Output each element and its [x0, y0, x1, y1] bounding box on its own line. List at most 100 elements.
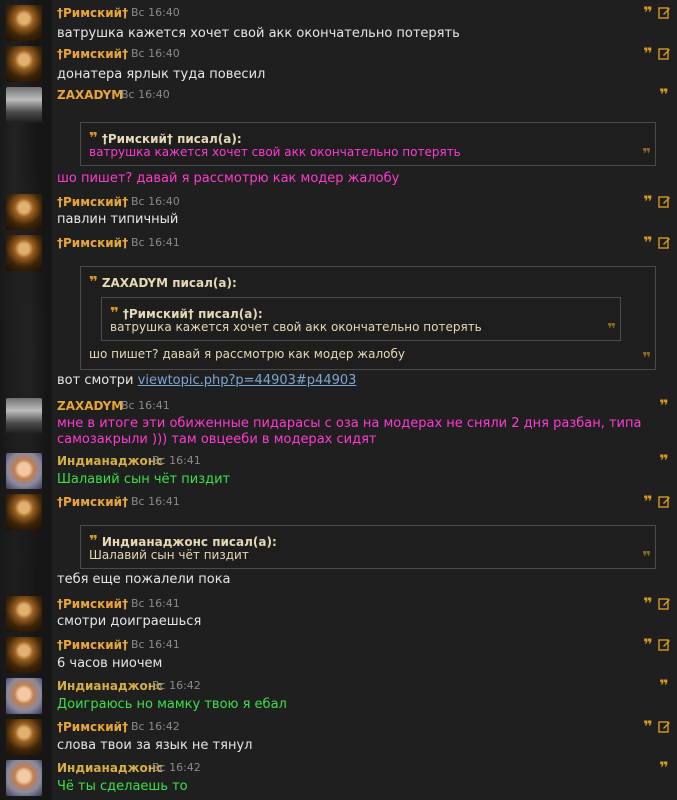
chat-message: †Римский† Вс 16:42 ❞ слова твои за язык … [0, 719, 677, 757]
chat-log: †Римский† Вс 16:40 ❞ ватрушка кажется хо… [0, 0, 677, 800]
message-text: донатера ярлык туда повесил [57, 67, 266, 82]
author-name[interactable]: †Римский† [57, 494, 128, 510]
topic-link[interactable]: viewtopic.php?p=44903#p44903 [138, 373, 357, 388]
quote-icon[interactable]: ❞ [658, 398, 670, 414]
quote-icon[interactable]: ❞ [642, 235, 654, 251]
nested-quote-block: ❞ †Римский† писал(а): ватрушка кажется хо… [101, 297, 621, 341]
quote-end-icon: ❞ [642, 349, 651, 367]
quote-block: ❞ Индианаджонс писал(а): Шалавий сын чёт … [80, 525, 656, 569]
author-name[interactable]: Индианаджонс [57, 453, 163, 469]
quote-icon[interactable]: ❞ [642, 194, 654, 210]
avatar[interactable] [6, 398, 42, 434]
author-name[interactable]: Индианаджонс [57, 678, 163, 694]
avatar[interactable] [6, 46, 42, 82]
message-time: Вс 16:40 [121, 88, 170, 101]
avatar[interactable] [6, 719, 42, 755]
edit-icon[interactable] [658, 195, 671, 208]
chat-message: †Римский† Вс 16:41 ❞ 6 часов ниочем [0, 637, 677, 675]
message-time: Вс 16:40 [131, 47, 180, 60]
quote-end-icon: ❞ [642, 548, 651, 566]
chat-message: †Римский† Вс 16:40 ❞ павлин типичный [0, 194, 677, 232]
chat-message: Индианаджонс Вс 16:42 ❞ Чё ты сделаешь т… [0, 760, 677, 798]
message-text: павлин типичный [57, 212, 179, 227]
quote-icon[interactable]: ❞ [642, 494, 654, 510]
quote-icon[interactable]: ❞ [642, 5, 654, 21]
message-text: слова твои за язык не тянул [57, 738, 253, 753]
avatar[interactable] [6, 194, 42, 230]
quote-text: ватрушка кажется хочет свой акк окончате… [89, 145, 461, 159]
quote-text: Шалавий сын чёт пиздит [89, 548, 249, 562]
message-text: 6 часов ниочем [57, 656, 163, 671]
message-time: Вс 16:41 [121, 399, 170, 412]
author-name[interactable]: †Римский† [57, 719, 128, 735]
edit-icon[interactable] [658, 47, 671, 60]
author-name[interactable]: Индианаджонс [57, 760, 163, 776]
avatar[interactable] [6, 87, 42, 123]
quote-block: ❞ ZAXADYM писал(а): ❞ †Римский† писал(а): … [80, 266, 656, 370]
avatar[interactable] [6, 453, 42, 489]
quote-block: ❞ †Римский† писал(а): ватрушка кажется хо… [80, 122, 656, 166]
message-text: вот смотри viewtopic.php?p=44903#p44903 [57, 373, 357, 388]
author-name[interactable]: ZAXADYM [57, 87, 123, 103]
message-time: Вс 16:41 [131, 236, 180, 249]
chat-message: †Римский† Вс 16:40 ❞ донатера ярлык туда… [0, 46, 677, 84]
message-time: Вс 16:42 [131, 720, 180, 733]
message-text-line: самозакрыли ))) там овцееби в модерах си… [57, 432, 377, 447]
author-name[interactable]: †Римский† [57, 46, 128, 62]
message-text: ватрушка кажется хочет свой акк окончате… [57, 26, 460, 41]
avatar[interactable] [6, 678, 42, 714]
quote-mark-icon: ❞ [89, 273, 98, 291]
chat-message: †Римский† Вс 16:41 ❞ смотри доиграешься [0, 596, 677, 634]
chat-message: †Римский† Вс 16:41 ❞ ❞ ZAXADYM писал(а): … [0, 235, 677, 391]
message-time: Вс 16:41 [131, 495, 180, 508]
edit-icon[interactable] [658, 236, 671, 249]
message-time: Вс 16:40 [131, 6, 180, 19]
author-name[interactable]: †Римский† [57, 596, 128, 612]
avatar[interactable] [6, 5, 42, 41]
author-name[interactable]: ZAXADYM [57, 398, 123, 414]
message-time: Вс 16:41 [131, 638, 180, 651]
author-name[interactable]: †Римский† [57, 194, 128, 210]
message-text-line: мне в итоге эти обиженные пидарасы с оза… [57, 416, 642, 431]
message-text: шо пишет? давай я рассмотрю как модер жа… [57, 171, 400, 186]
chat-message: Индианаджонс Вс 16:42 ❞ Доиграюсь но мам… [0, 678, 677, 716]
message-time: Вс 16:41 [152, 454, 201, 467]
edit-icon[interactable] [658, 495, 671, 508]
author-name[interactable]: †Римский† [57, 5, 128, 21]
message-text: тебя еще пожалели пока [57, 572, 231, 587]
message-time: Вс 16:42 [152, 679, 201, 692]
quote-icon[interactable]: ❞ [642, 719, 654, 735]
edit-icon[interactable] [658, 720, 671, 733]
quote-icon[interactable]: ❞ [642, 637, 654, 653]
chat-message: Индианаджонс Вс 16:41 ❞ Шалавий сын чёт … [0, 453, 677, 491]
avatar[interactable] [6, 637, 42, 673]
edit-icon[interactable] [658, 597, 671, 610]
avatar[interactable] [6, 596, 42, 632]
quote-icon[interactable]: ❞ [642, 596, 654, 612]
quote-end-icon: ❞ [642, 145, 651, 163]
quote-icon[interactable]: ❞ [658, 453, 670, 469]
quote-icon[interactable]: ❞ [658, 87, 670, 103]
message-time: Вс 16:42 [152, 761, 201, 774]
message-text: Шалавий сын чёт пиздит [57, 472, 231, 487]
quote-header: ❞ ZAXADYM писал(а): [89, 273, 237, 291]
chat-message: ZAXADYM Вс 16:40 ❞ ❞ †Римский† писал(а): … [0, 87, 677, 187]
chat-message: †Римский† Вс 16:40 ❞ ватрушка кажется хо… [0, 5, 677, 43]
message-time: Вс 16:41 [131, 597, 180, 610]
avatar[interactable] [6, 760, 42, 796]
author-name[interactable]: †Римский† [57, 235, 128, 251]
edit-icon[interactable] [658, 6, 671, 19]
avatar[interactable] [6, 235, 42, 271]
chat-message: ZAXADYM Вс 16:41 ❞ мне в итоге эти обиже… [0, 398, 677, 448]
quote-icon[interactable]: ❞ [642, 46, 654, 62]
message-text: Чё ты сделаешь то [57, 779, 188, 794]
quote-icon[interactable]: ❞ [658, 760, 670, 776]
chat-message: †Римский† Вс 16:41 ❞ ❞ Индианаджонс писал… [0, 494, 677, 590]
message-text: смотри доиграешься [57, 614, 202, 629]
message-time: Вс 16:40 [131, 195, 180, 208]
quote-end-icon: ❞ [607, 320, 616, 338]
edit-icon[interactable] [658, 638, 671, 651]
author-name[interactable]: †Римский† [57, 637, 128, 653]
quote-icon[interactable]: ❞ [658, 678, 670, 694]
avatar[interactable] [6, 494, 42, 530]
